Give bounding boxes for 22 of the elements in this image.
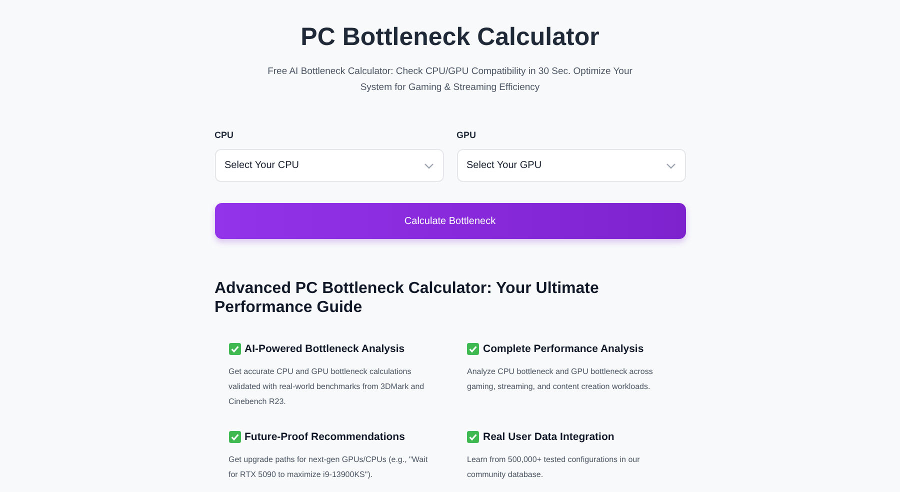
feature-title: AI-Powered Bottleneck Analysis [244,343,405,355]
check-icon [228,431,240,443]
check-icon [467,343,479,355]
field-label: GPU [456,130,478,140]
feature-description: Analyze CPU bottleneck and GPU bottleneck across gaming, streaming, and content creation workloads. [467,366,654,393]
check-icon [228,343,240,355]
feature-description: Get accurate CPU and GPU bottleneck calculations validated with real-world benchmarks from 3DMark and Cinebench R23. [228,366,426,408]
feature-title: Future-Proof Recommendations [244,431,405,443]
feature-description: Learn from 500,000+ tested configurations in our community database. [467,454,641,481]
select-dropdown[interactable]: Select Your CPU [214,149,444,182]
select-dropdown[interactable]: Select Your GPU [456,149,686,182]
chevron-down-icon [424,162,434,168]
section-heading: Advanced PC Bottleneck Calculator: Your Ultimate Performance Guide [214,279,600,317]
page-subtitle: Free AI Bottleneck Calculator: Check CPU/GPU Compatibility in 30 Sec. Optimize Your System for Gaming & Streaming Efficiency [266,65,634,95]
check-icon [467,431,479,443]
feature-title: Complete Performance Analysis [483,343,644,355]
feature-description: Get upgrade paths for next-gen GPUs/CPUs (e.g., "Wait for RTX 5090 to maximize i9-13900KS"). [228,454,429,481]
calculate-button[interactable]: Calculate Bottleneck [214,203,686,239]
feature-title: Real User Data Integration [483,431,614,443]
page-title: PC Bottleneck Calculator [300,22,600,53]
chevron-down-icon [666,162,676,168]
field-label: CPU [214,130,235,140]
